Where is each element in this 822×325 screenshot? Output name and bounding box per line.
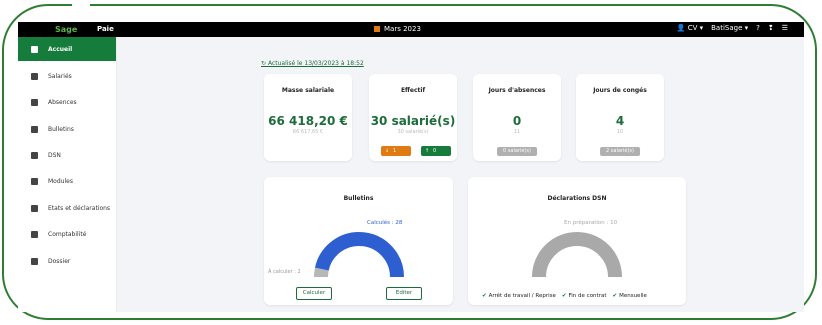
sidebar-item-label: Accueil <box>48 45 73 53</box>
slice-computed[interactable] <box>314 232 404 278</box>
main-content: ↻ Actualisé le 13/03/2023 à 18:52 Masse … <box>116 37 804 312</box>
help-icon[interactable]: ? <box>756 24 760 32</box>
sidebar-item-label: Modules <box>48 177 73 185</box>
kpi-card-conges: Jours de congés 4 10 2 salarié(s) <box>576 74 664 161</box>
accounting-icon <box>31 230 38 238</box>
slice-to-compute[interactable] <box>314 267 329 278</box>
calendar-icon <box>31 98 38 106</box>
refresh-label: Actualisé le 13/03/2023 à 18:52 <box>267 60 364 67</box>
module-name[interactable]: Paie <box>97 25 114 33</box>
checkmark-icon: ✔ <box>561 293 567 299</box>
arrow-up-icon: ↑ <box>424 148 430 154</box>
in-preparation-label: En préparation : 10 <box>564 219 618 226</box>
modules-icon <box>31 177 38 185</box>
kpi-subvalue: 66 617,65 € <box>292 129 324 135</box>
user-menu[interactable]: 👤 CV ▾ <box>677 24 703 32</box>
sidebar-item-etats[interactable]: Etats et déclarations <box>18 196 116 220</box>
screenshot-frame: Sage Paie Mars 2023 👤 CV ▾ BatiSage ▾ ? … <box>0 0 822 325</box>
refresh-link[interactable]: ↻ Actualisé le 13/03/2023 à 18:52 <box>261 60 364 67</box>
top-bar: Sage Paie Mars 2023 👤 CV ▾ BatiSage ▾ ? … <box>18 22 804 37</box>
kpi-value: 4 <box>615 114 625 128</box>
to-compute-label: À calculer : 2 <box>268 268 301 275</box>
sidebar-item-label: Etats et déclarations <box>48 204 111 212</box>
edit-button[interactable]: Editer <box>386 287 422 300</box>
user-label: CV ▾ <box>687 24 704 32</box>
home-icon <box>31 45 38 53</box>
sage-logo: Sage <box>55 25 78 34</box>
kpi-subvalue: 10 <box>616 129 624 135</box>
notification-icon[interactable]: ❢ <box>768 24 774 32</box>
legend-label: Fin de contrat <box>568 293 607 299</box>
kpi-card-absences: Jours d'absences 0 11 0 salarié(s) <box>473 74 561 161</box>
dsn-legend: ✔ Arrêt de travail / Reprise ✔ Fin de cont… <box>482 293 647 299</box>
company-selector[interactable]: BatiSage ▾ <box>711 24 748 32</box>
sidebar-item-label: Comptabilité <box>48 230 87 238</box>
kpi-card-masse-salariale: Masse salariale 66 418,20 € 66 617,65 € <box>264 74 352 161</box>
decorative-notch <box>72 0 90 10</box>
departures-chip[interactable]: ↓ 1 <box>381 146 411 156</box>
sidebar-item-label: Bulletins <box>48 125 74 133</box>
kpi-subvalue: 30 salarié(s) <box>397 129 429 135</box>
period-label: Mars 2023 <box>384 25 421 33</box>
sidebar-item-salaries[interactable]: Salariés <box>18 64 116 88</box>
calendar-icon <box>374 26 380 32</box>
kpi-card-effectif: Effectif 30 salarié(s) 30 salarié(s) ↓ 1 … <box>369 74 457 161</box>
arrow-down-icon: ↓ <box>384 148 390 154</box>
calculate-button[interactable]: Calculer <box>296 287 332 300</box>
dsn-gauge: En préparation : 10 <box>532 219 622 278</box>
period-selector[interactable]: Mars 2023 <box>374 25 421 33</box>
folder-icon <box>31 257 38 265</box>
sidebar-item-accueil[interactable]: Accueil <box>18 37 116 61</box>
checkmark-icon: ✔ <box>612 293 618 299</box>
dsn-icon <box>31 151 38 159</box>
legend-item-arret[interactable]: ✔ Arrêt de travail / Reprise <box>482 293 556 299</box>
computed-label: Calculés : 28 <box>367 219 403 226</box>
sidebar-item-label: Absences <box>48 98 77 106</box>
sidebar-item-bulletins[interactable]: Bulletins <box>18 117 116 141</box>
app-window: Sage Paie Mars 2023 👤 CV ▾ BatiSage ▾ ? … <box>18 22 804 312</box>
legend-item-fin-contrat[interactable]: ✔ Fin de contrat <box>562 293 607 299</box>
reports-icon <box>31 204 38 212</box>
top-right-controls: 👤 CV ▾ BatiSage ▾ ? ❢ ☰ <box>677 24 788 32</box>
slice-in-preparation[interactable] <box>532 232 622 278</box>
sidebar-item-absences[interactable]: Absences <box>18 90 116 114</box>
menu-icon[interactable]: ☰ <box>782 24 788 32</box>
sidebar-item-label: Salariés <box>48 72 72 80</box>
dsn-card: Déclarations DSN En préparation : 10 ✔ Ar… <box>468 177 686 305</box>
document-icon <box>31 125 38 133</box>
kpi-title: Masse salariale <box>281 87 335 94</box>
kpi-value: 0 <box>512 114 522 128</box>
departures-count: 1 <box>393 148 397 154</box>
checkmark-icon: ✔ <box>482 293 487 299</box>
bulletins-card: Bulletins Calculés : 28 À calculer : 2 C… <box>264 177 453 305</box>
legend-label: Mensuelle <box>619 293 647 299</box>
sidebar-item-comptabilite[interactable]: Comptabilité <box>18 222 116 246</box>
absences-employees-pill[interactable]: 0 salarié(s) <box>497 147 537 156</box>
people-icon <box>31 72 38 80</box>
kpi-value: 66 418,20 € <box>268 114 348 128</box>
conges-employees-pill[interactable]: 2 salarié(s) <box>600 147 640 156</box>
arrivals-count: 0 <box>433 148 437 154</box>
sidebar-item-dsn[interactable]: DSN <box>18 143 116 167</box>
kpi-subvalue: 11 <box>513 129 521 135</box>
sidebar: Accueil Salariés Absences Bulletins DSN … <box>18 37 117 312</box>
kpi-value: 30 salarié(s) <box>370 114 456 128</box>
legend-item-mensuelle[interactable]: ✔ Mensuelle <box>612 293 646 299</box>
bulletins-gauge: Calculés : 28 À calculer : 2 <box>268 219 404 278</box>
legend-label: Arrêt de travail / Reprise <box>488 293 556 299</box>
sidebar-item-label: DSN <box>48 151 61 159</box>
sidebar-item-label: Dossier <box>48 257 71 265</box>
sidebar-item-modules[interactable]: Modules <box>18 169 116 193</box>
sidebar-item-dossier[interactable]: Dossier <box>18 249 116 273</box>
kpi-title: Jours d'absences <box>488 87 546 94</box>
kpi-title: Jours de congés <box>593 87 647 94</box>
kpi-title: Effectif <box>400 87 426 94</box>
arrivals-chip[interactable]: ↑ 0 <box>421 146 451 156</box>
